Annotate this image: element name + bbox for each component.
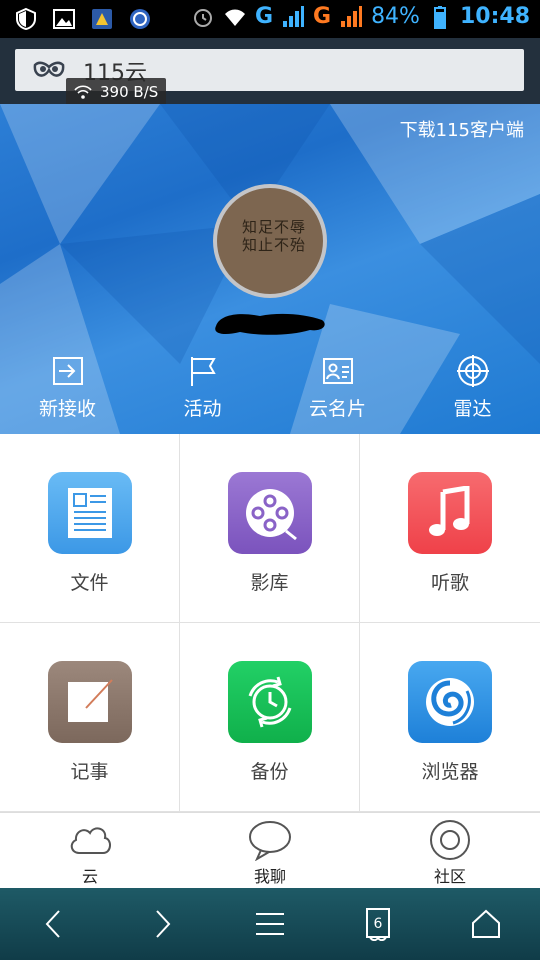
wifi-small-icon — [74, 85, 92, 99]
quick-action-label: 云名片 — [308, 398, 366, 420]
notification-icons — [14, 7, 152, 31]
quick-action-new-receive[interactable]: 新接收 — [0, 354, 135, 430]
tabs-count: 6 — [374, 916, 383, 932]
app-icon — [92, 9, 112, 29]
network-type-2: G — [313, 4, 332, 29]
contact-card-icon — [322, 358, 353, 384]
username-redacted — [215, 313, 325, 335]
chat-bubble-icon — [249, 821, 291, 861]
tab-chat[interactable]: 我聊 — [180, 813, 360, 888]
tab-label: 我聊 — [253, 867, 286, 886]
tabs-button[interactable]: 6 — [348, 894, 408, 954]
file-icon — [47, 472, 132, 554]
browser-nav-bar: 6 — [0, 888, 540, 960]
profile-header: 下载115客户端 知足不辱知止不殆 新接收 活动 云名片 雷达 — [0, 104, 540, 434]
quick-action-label: 雷达 — [453, 398, 492, 420]
app-video-library[interactable]: 影库 — [180, 434, 360, 623]
quick-actions: 新接收 活动 云名片 雷达 — [0, 354, 540, 430]
system-indicators: G G 84% 10:48 — [191, 4, 530, 29]
wifi-icon — [224, 9, 245, 26]
back-button[interactable] — [24, 894, 84, 954]
address-area: 115云 390 B/S — [0, 38, 540, 106]
network-type-1: G — [254, 4, 273, 29]
signal-icon-2 — [341, 5, 363, 27]
speed-text: 390 B/S — [100, 83, 159, 101]
app-label: 文件 — [70, 572, 109, 594]
forward-button[interactable] — [132, 894, 192, 954]
avatar[interactable]: 知足不辱知止不殆 — [213, 184, 327, 298]
quick-action-cloud-card[interactable]: 云名片 — [270, 354, 405, 430]
radar-icon — [456, 355, 489, 387]
film-reel-icon — [227, 472, 312, 554]
app-backup[interactable]: 备份 — [180, 623, 360, 812]
app-music[interactable]: 听歌 — [360, 434, 540, 623]
home-icon — [472, 909, 500, 938]
quick-action-label: 活动 — [183, 398, 222, 420]
image-icon — [53, 9, 75, 29]
flag-icon — [190, 357, 216, 386]
cloud-icon — [70, 827, 111, 854]
download-client-link[interactable]: 下载115客户端 — [400, 116, 524, 142]
app-label: 影库 — [250, 572, 289, 594]
app-grid: 文件 影库 听歌 记事 备份 浏览器 — [0, 434, 540, 812]
network-speed-indicator: 390 B/S — [66, 78, 167, 106]
music-note-icon — [408, 472, 492, 554]
tab-community[interactable]: 社区 — [360, 813, 540, 888]
clock: 10:48 — [459, 4, 530, 29]
quick-action-activity[interactable]: 活动 — [135, 354, 270, 430]
app-label: 记事 — [70, 761, 109, 783]
quick-action-radar[interactable]: 雷达 — [405, 354, 540, 430]
back-icon — [45, 910, 60, 938]
app-label: 听歌 — [430, 572, 469, 594]
signal-icon — [283, 5, 304, 27]
tab-cloud[interactable]: 云 — [0, 813, 180, 888]
community-circle-icon — [430, 820, 470, 860]
backup-clock-icon — [227, 661, 312, 743]
quick-action-label: 新接收 — [38, 398, 96, 420]
mask-icon — [33, 61, 65, 77]
note-icon — [47, 661, 132, 743]
shield-badge-icon — [130, 9, 150, 29]
avatar-text: 知足不辱知止不殆 — [241, 218, 306, 254]
app-file[interactable]: 文件 — [0, 434, 180, 623]
tab-label: 社区 — [433, 867, 466, 886]
menu-icon — [256, 913, 284, 935]
app-notes[interactable]: 记事 — [0, 623, 180, 812]
browser-swirl-icon — [408, 661, 492, 743]
menu-button[interactable] — [240, 894, 300, 954]
battery-icon — [433, 5, 446, 29]
app-label: 浏览器 — [421, 761, 479, 783]
alarm-icon — [193, 8, 212, 27]
inbox-icon — [52, 357, 83, 385]
app-label: 备份 — [250, 761, 289, 783]
battery-percent: 84% — [371, 4, 420, 29]
tabs-icon: 6 — [366, 908, 390, 941]
bottom-tab-bar: 云 我聊 社区 — [0, 812, 540, 888]
forward-icon — [156, 910, 171, 938]
app-browser[interactable]: 浏览器 — [360, 623, 540, 812]
home-button[interactable] — [456, 894, 516, 954]
shield-icon — [16, 7, 36, 31]
tab-label: 云 — [81, 867, 98, 886]
status-bar: G G 84% 10:48 — [0, 0, 540, 38]
